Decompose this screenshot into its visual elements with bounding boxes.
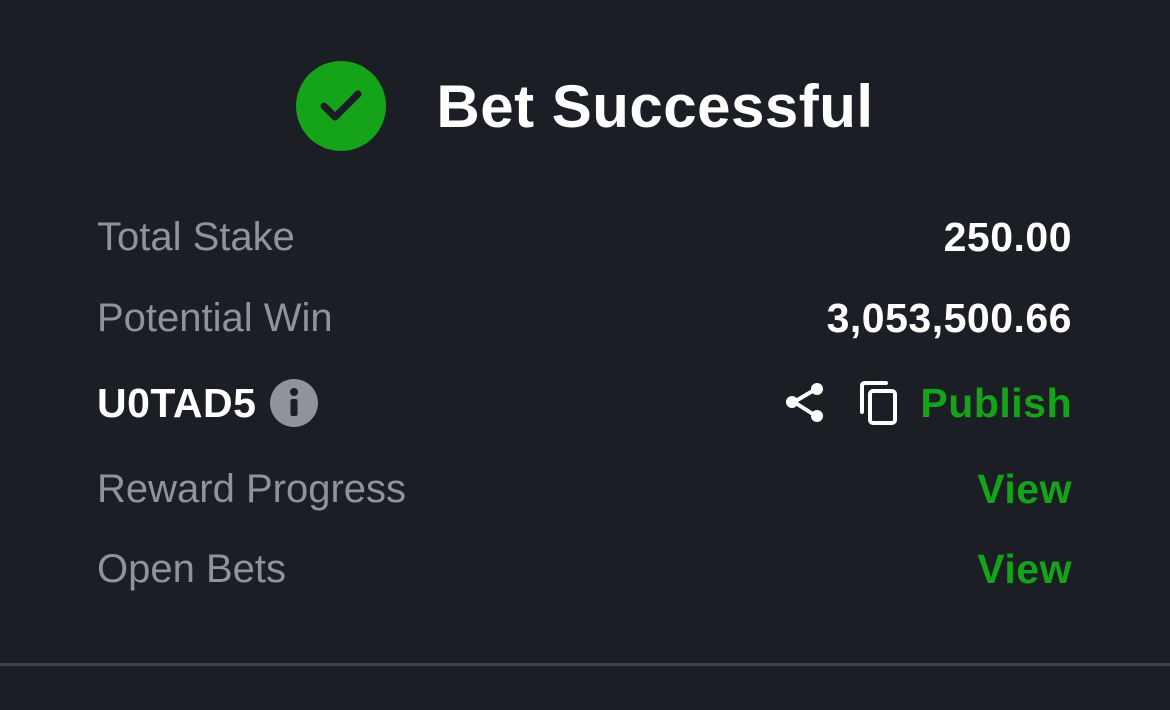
reward-progress-view-link[interactable]: View: [977, 466, 1072, 513]
total-stake-label: Total Stake: [97, 214, 295, 259]
page-title: Bet Successful: [436, 72, 874, 140]
publish-button[interactable]: Publish: [920, 380, 1072, 427]
potential-win-row: Potential Win 3,053,500.66: [97, 291, 1072, 345]
booking-actions: Publish: [782, 380, 1072, 427]
copy-icon[interactable]: [856, 380, 902, 426]
booking-code-row: U0TAD5 Publish: [97, 375, 1072, 431]
total-stake-row: Total Stake 250.00: [97, 210, 1072, 264]
open-bets-view-link[interactable]: View: [977, 546, 1072, 593]
booking-code-group: U0TAD5: [97, 379, 319, 427]
bet-success-header: Bet Successful: [0, 60, 1170, 152]
info-icon[interactable]: [270, 379, 319, 427]
share-icon[interactable]: [782, 380, 828, 426]
open-bets-row: Open Bets View: [97, 542, 1072, 596]
check-circle-icon: [296, 61, 387, 151]
total-stake-value: 250.00: [943, 213, 1072, 260]
reward-progress-label: Reward Progress: [97, 466, 407, 511]
reward-progress-row: Reward Progress View: [97, 462, 1072, 516]
divider: [0, 663, 1170, 666]
booking-code: U0TAD5: [97, 379, 257, 426]
potential-win-value: 3,053,500.66: [826, 294, 1072, 341]
open-bets-label: Open Bets: [97, 546, 287, 591]
potential-win-label: Potential Win: [97, 295, 333, 340]
